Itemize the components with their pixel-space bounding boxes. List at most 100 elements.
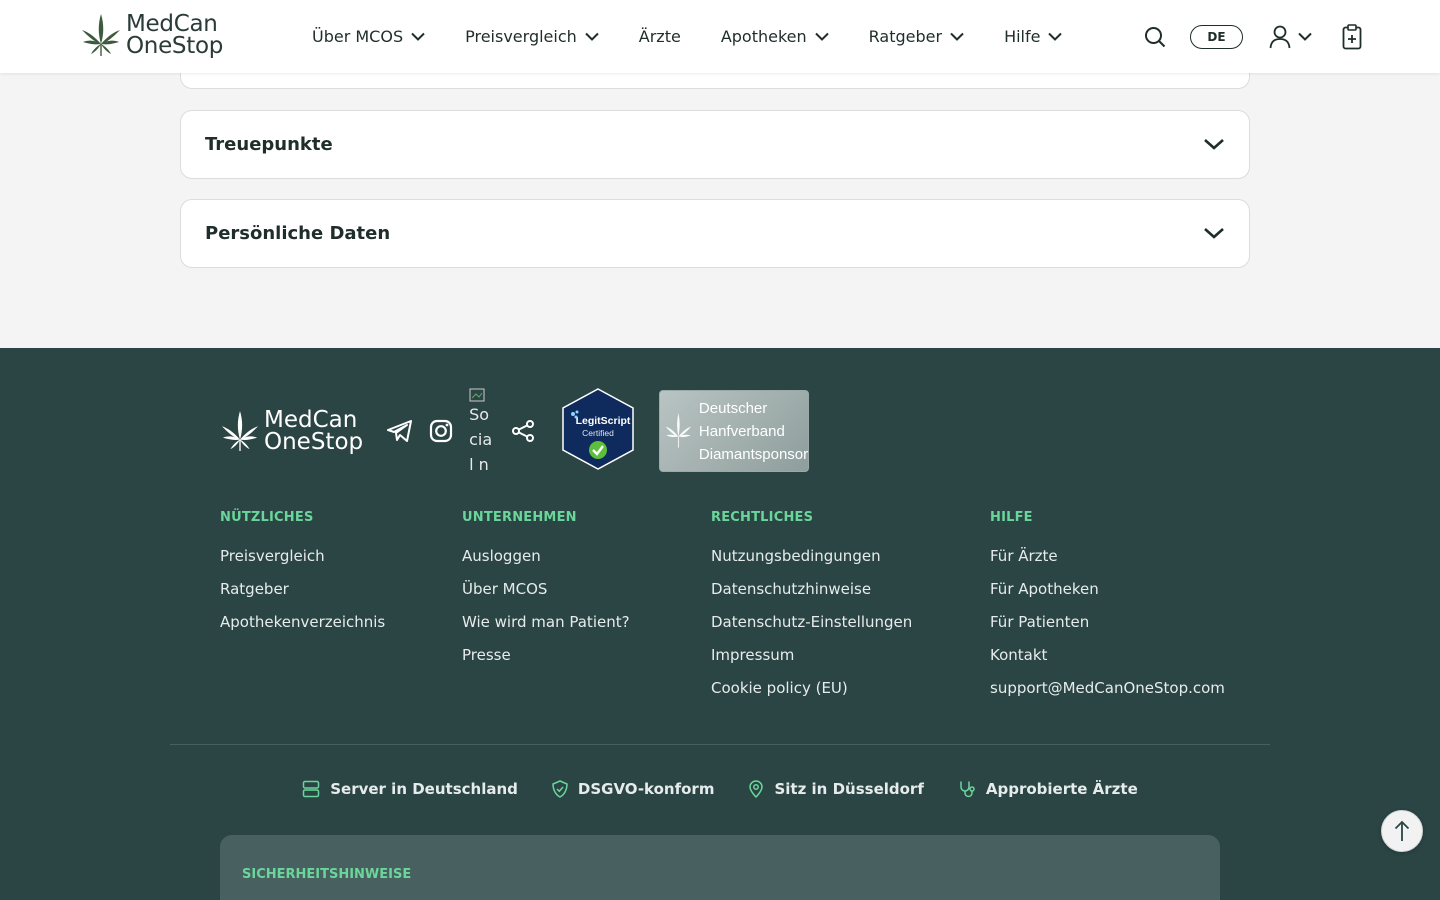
language-label: DE bbox=[1207, 29, 1226, 44]
instagram-icon[interactable] bbox=[429, 419, 453, 443]
chevron-down-icon bbox=[814, 32, 829, 41]
hanfverband-leaf-icon bbox=[665, 413, 692, 448]
footer-link[interactable]: Für Patienten bbox=[990, 613, 1225, 646]
accordion-title: Persönliche Daten bbox=[205, 223, 391, 244]
broken-image-icon bbox=[469, 388, 485, 402]
chevron-down-icon bbox=[585, 32, 599, 41]
chevron-down-icon bbox=[411, 32, 425, 41]
main-nav: Über MCOS Preisvergleich Ärzte Apotheken… bbox=[312, 0, 1102, 73]
trust-label: DSGVO-konform bbox=[577, 780, 715, 798]
footer-link[interactable]: Wie wird man Patient? bbox=[462, 613, 630, 646]
footer-link[interactable]: Presse bbox=[462, 646, 630, 679]
footer-divider bbox=[170, 744, 1270, 745]
footer-link[interactable]: Ratgeber bbox=[220, 580, 385, 613]
accordion-title: Treuepunkte bbox=[205, 134, 333, 155]
nav-item-ratgeber[interactable]: Ratgeber bbox=[869, 27, 964, 46]
safety-heading: SICHERHEITSHINWEISE bbox=[242, 867, 412, 882]
footer-link[interactable]: Nutzungsbedingungen bbox=[711, 547, 912, 580]
trust-item-dsgvo: DSGVO-konform bbox=[552, 780, 715, 798]
search-button[interactable] bbox=[1144, 26, 1166, 48]
footer-column-heading: HILFE bbox=[990, 510, 1033, 525]
language-switcher[interactable]: DE bbox=[1190, 24, 1243, 49]
chevron-down-icon bbox=[1204, 228, 1224, 239]
trust-item-location: Sitz in Düsseldorf bbox=[748, 780, 924, 798]
nav-label: Apotheken bbox=[720, 27, 807, 46]
accordion-treuepunkte[interactable]: Treuepunkte bbox=[180, 110, 1250, 179]
nav-label: Preisvergleich bbox=[465, 27, 577, 46]
arrow-up-icon bbox=[1394, 820, 1410, 841]
site-footer: MedCan OneStop Social network icon Legit… bbox=[0, 348, 1440, 900]
nav-item-preisvergleich[interactable]: Preisvergleich bbox=[465, 27, 599, 46]
trust-bar: Server in Deutschland DSGVO-konform Sitz… bbox=[0, 780, 1440, 798]
hanfverband-text: Deutscher Hanfverband Diamantsponsor bbox=[699, 397, 808, 466]
nav-label: Über MCOS bbox=[312, 27, 404, 46]
logo-line2: OneStop bbox=[126, 33, 224, 59]
footer-link[interactable]: Cookie policy (EU) bbox=[711, 679, 912, 712]
telegram-icon[interactable] bbox=[387, 420, 413, 442]
trust-label: Approbierte Ärzte bbox=[985, 780, 1138, 798]
nav-item-hilfe[interactable]: Hilfe bbox=[1004, 27, 1063, 46]
cannabis-leaf-icon bbox=[221, 411, 259, 451]
location-pin-icon bbox=[749, 780, 764, 798]
chevron-down-icon bbox=[1048, 32, 1063, 41]
logo-line1: MedCan bbox=[126, 11, 218, 37]
trust-item-server: Server in Deutschland bbox=[302, 780, 518, 798]
search-icon bbox=[1145, 26, 1166, 47]
prescription-button[interactable] bbox=[1342, 23, 1362, 50]
footer-column-hilfe: HILFE Für Ärzte Für Apotheken Für Patien… bbox=[990, 510, 1225, 712]
social-network-icon-broken[interactable]: Social network icon bbox=[469, 388, 495, 474]
trust-label: Sitz in Düsseldorf bbox=[774, 780, 924, 798]
footer-top-row: MedCan OneStop Social network icon Legit… bbox=[220, 388, 810, 474]
nav-item-ueber-mcos[interactable]: Über MCOS bbox=[312, 27, 425, 46]
footer-column-nuetzliches: NÜTZLICHES Preisvergleich Ratgeber Apoth… bbox=[220, 510, 385, 646]
footer-link[interactable]: support@MedCanOneStop.com bbox=[990, 679, 1225, 712]
user-icon bbox=[1269, 25, 1291, 48]
dhv-line1: Deutscher bbox=[698, 399, 768, 417]
dhv-line3: Diamantsponsor bbox=[698, 445, 809, 463]
footer-column-heading: RECHTLICHES bbox=[711, 510, 814, 525]
hanfverband-badge[interactable]: Deutscher Hanfverband Diamantsponsor bbox=[659, 390, 810, 472]
nav-item-aerzte[interactable]: Ärzte bbox=[639, 27, 681, 46]
footer-column-heading: UNTERNEHMEN bbox=[462, 510, 577, 525]
nav-label: Hilfe bbox=[1004, 27, 1041, 46]
footer-column-heading: NÜTZLICHES bbox=[220, 510, 314, 525]
footer-link[interactable]: Ausloggen bbox=[462, 547, 630, 580]
dhv-line2: Hanfverband bbox=[698, 422, 785, 440]
site-logo[interactable]: MedCan OneStop bbox=[80, 12, 223, 58]
footer-link[interactable]: Für Ärzte bbox=[990, 547, 1225, 580]
footer-link[interactable]: Für Apotheken bbox=[990, 580, 1225, 613]
footer-link[interactable]: Apothekenverzeichnis bbox=[220, 613, 385, 646]
footer-column-rechtliches: RECHTLICHES Nutzungsbedingungen Datensch… bbox=[711, 510, 912, 712]
stethoscope-icon bbox=[960, 781, 975, 798]
footer-logo-line2: OneStop bbox=[264, 429, 364, 455]
footer-link[interactable]: Datenschutz-Einstellungen bbox=[711, 613, 912, 646]
chevron-down-icon bbox=[1204, 139, 1224, 150]
footer-logo-wordmark: MedCan OneStop bbox=[264, 407, 364, 455]
account-menu-button[interactable] bbox=[1269, 25, 1312, 49]
footer-link[interactable]: Impressum bbox=[711, 646, 912, 679]
server-icon bbox=[302, 780, 320, 798]
nav-label: Ärzte bbox=[638, 27, 681, 46]
share-icon[interactable] bbox=[511, 419, 535, 443]
site-header: MedCan OneStop Über MCOS Preisvergleich … bbox=[0, 0, 1440, 73]
footer-column-unternehmen: UNTERNEHMEN Ausloggen Über MCOS Wie wird… bbox=[462, 510, 630, 679]
footer-link[interactable]: Über MCOS bbox=[462, 580, 630, 613]
broken-image-alt: Social network icon bbox=[469, 405, 493, 474]
cannabis-leaf-icon bbox=[82, 14, 120, 56]
footer-logo[interactable]: MedCan OneStop bbox=[220, 407, 364, 455]
scroll-to-top-button[interactable] bbox=[1381, 810, 1423, 852]
header-actions: DE bbox=[1144, 0, 1362, 73]
footer-link[interactable]: Datenschutzhinweise bbox=[711, 580, 912, 613]
legitscript-badge[interactable]: LegitScript Certified bbox=[561, 388, 635, 474]
accordion-persoenliche-daten[interactable]: Persönliche Daten bbox=[180, 199, 1250, 268]
chevron-down-icon bbox=[950, 32, 964, 41]
footer-link[interactable]: Preisvergleich bbox=[220, 547, 385, 580]
legitscript-label: LegitScript bbox=[576, 415, 631, 427]
footer-link[interactable]: Kontakt bbox=[990, 646, 1225, 679]
nav-item-apotheken[interactable]: Apotheken bbox=[721, 27, 829, 46]
footer-logo-line1: MedCan bbox=[264, 407, 358, 433]
trust-label: Server in Deutschland bbox=[330, 780, 518, 798]
safety-notice-box: SICHERHEITSHINWEISE bbox=[220, 835, 1220, 900]
legitscript-certified: Certified bbox=[582, 428, 614, 438]
clipboard-icon bbox=[1342, 23, 1362, 49]
